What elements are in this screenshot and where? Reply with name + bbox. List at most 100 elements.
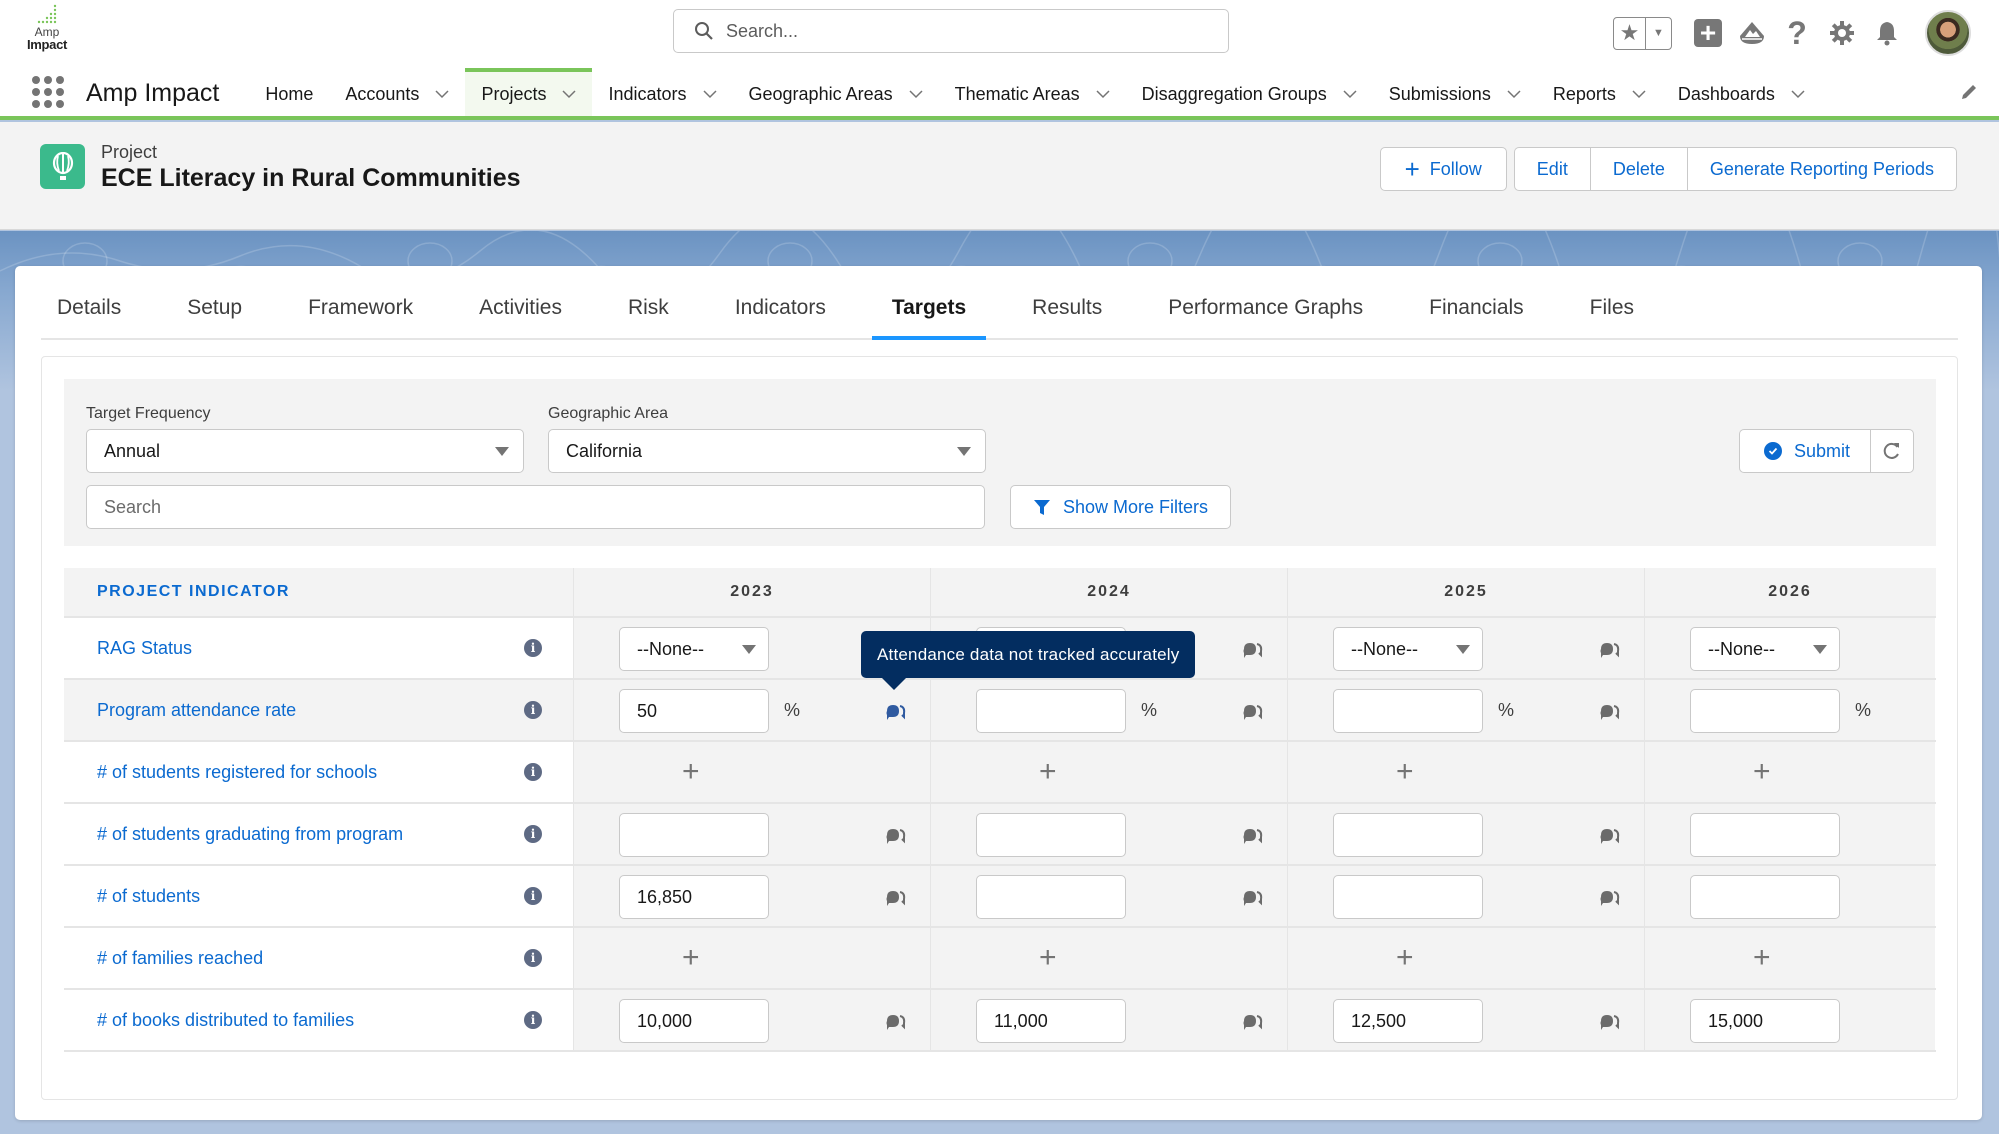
comment-icon[interactable] xyxy=(1241,641,1263,659)
global-create-icon[interactable]: + xyxy=(1694,19,1722,47)
nav-item-disaggregation-groups[interactable]: Disaggregation Groups xyxy=(1126,68,1373,116)
add-target-icon[interactable]: + xyxy=(1396,941,1414,975)
target-frequency-select[interactable]: Annual xyxy=(86,429,524,473)
target-value-input[interactable]: 50 xyxy=(619,689,769,733)
info-icon[interactable]: i xyxy=(524,763,542,781)
target-value-input[interactable]: 11,000 xyxy=(976,999,1126,1043)
target-value-input[interactable]: 12,500 xyxy=(1333,999,1483,1043)
add-target-icon[interactable]: + xyxy=(1396,755,1414,789)
nav-item-home[interactable]: Home xyxy=(249,68,329,116)
target-value-input[interactable] xyxy=(976,689,1126,733)
comment-icon[interactable] xyxy=(1241,827,1263,845)
help-icon[interactable]: ? xyxy=(1782,15,1812,51)
chevron-down-icon[interactable] xyxy=(909,89,923,99)
target-value-input[interactable] xyxy=(619,813,769,857)
chevron-down-icon[interactable] xyxy=(702,89,717,99)
target-value-input[interactable] xyxy=(976,875,1126,919)
info-icon[interactable]: i xyxy=(524,1011,542,1029)
tab-performance-graphs[interactable]: Performance Graphs xyxy=(1148,296,1383,340)
rag-status-select[interactable]: --None-- xyxy=(619,627,769,671)
tab-files[interactable]: Files xyxy=(1570,296,1654,340)
chevron-down-icon[interactable] xyxy=(435,89,449,99)
info-icon[interactable]: i xyxy=(524,887,542,905)
tab-setup[interactable]: Setup xyxy=(167,296,262,340)
target-value-input[interactable]: 10,000 xyxy=(619,999,769,1043)
delete-button[interactable]: Delete xyxy=(1589,147,1687,191)
add-target-icon[interactable]: + xyxy=(1039,755,1057,789)
indicator-search-input[interactable]: Search xyxy=(86,485,985,529)
add-target-icon[interactable]: + xyxy=(1753,941,1771,975)
tab-targets[interactable]: Targets xyxy=(871,296,987,340)
info-icon[interactable]: i xyxy=(524,825,542,843)
app-launcher-icon[interactable] xyxy=(30,74,66,110)
comment-icon[interactable] xyxy=(884,889,906,907)
target-value-input[interactable] xyxy=(1690,689,1840,733)
rag-status-select[interactable]: --None-- xyxy=(1333,627,1483,671)
nav-item-reports[interactable]: Reports xyxy=(1537,68,1662,116)
info-icon[interactable]: i xyxy=(524,639,542,657)
chevron-down-icon[interactable] xyxy=(1632,89,1646,99)
add-target-icon[interactable]: + xyxy=(1039,941,1057,975)
comment-icon[interactable] xyxy=(884,703,906,721)
notifications-bell-icon[interactable] xyxy=(1872,18,1902,48)
nav-item-indicators[interactable]: Indicators xyxy=(592,68,732,116)
generate-reporting-periods-button[interactable]: Generate Reporting Periods xyxy=(1686,147,1957,191)
comment-icon[interactable] xyxy=(1598,1013,1620,1031)
submit-button[interactable]: Submit xyxy=(1738,429,1870,473)
nav-item-projects[interactable]: Projects xyxy=(465,68,593,116)
show-more-filters-button[interactable]: Show More Filters xyxy=(1010,485,1232,529)
nav-item-geographic-areas[interactable]: Geographic Areas xyxy=(733,68,939,116)
tab-activities[interactable]: Activities xyxy=(459,296,582,340)
chevron-down-icon[interactable] xyxy=(1791,89,1805,99)
nav-item-submissions[interactable]: Submissions xyxy=(1373,68,1537,116)
comment-icon[interactable] xyxy=(1598,889,1620,907)
indicator-link[interactable]: RAG Status xyxy=(97,638,192,659)
tab-indicators[interactable]: Indicators xyxy=(715,296,846,340)
chevron-down-icon[interactable] xyxy=(1096,89,1110,99)
info-icon[interactable]: i xyxy=(524,949,542,967)
target-value-input[interactable]: 15,000 xyxy=(1690,999,1840,1043)
nav-item-accounts[interactable]: Accounts xyxy=(329,68,465,116)
target-value-input[interactable] xyxy=(1333,875,1483,919)
favorites-star-icon[interactable]: ★ xyxy=(1614,17,1646,49)
follow-button[interactable]: + Follow xyxy=(1379,147,1507,191)
indicator-link[interactable]: # of students registered for schools xyxy=(97,762,377,783)
nav-item-thematic-areas[interactable]: Thematic Areas xyxy=(939,68,1126,116)
info-icon[interactable]: i xyxy=(524,701,542,719)
indicator-link[interactable]: Program attendance rate xyxy=(97,700,296,721)
edit-button[interactable]: Edit xyxy=(1513,147,1590,191)
target-value-input[interactable] xyxy=(1690,875,1840,919)
target-value-input[interactable] xyxy=(1333,813,1483,857)
comment-icon[interactable] xyxy=(1598,703,1620,721)
comment-icon[interactable] xyxy=(884,1013,906,1031)
edit-nav-items-icon[interactable] xyxy=(1959,68,1979,116)
target-value-input[interactable] xyxy=(1333,689,1483,733)
target-value-input[interactable]: 16,850 xyxy=(619,875,769,919)
user-avatar[interactable] xyxy=(1925,10,1971,56)
tab-details[interactable]: Details xyxy=(41,296,141,340)
chevron-down-icon[interactable] xyxy=(562,89,576,99)
add-target-icon[interactable]: + xyxy=(1753,755,1771,789)
amp-impact-logo[interactable]: Amp Impact xyxy=(22,4,72,58)
tab-framework[interactable]: Framework xyxy=(288,296,433,340)
trailhead-icon[interactable] xyxy=(1737,18,1767,48)
global-search-input[interactable]: Search... xyxy=(673,9,1229,53)
tab-financials[interactable]: Financials xyxy=(1409,296,1544,340)
refresh-button[interactable] xyxy=(1870,429,1914,473)
add-target-icon[interactable]: + xyxy=(682,941,700,975)
target-value-input[interactable] xyxy=(976,813,1126,857)
geographic-area-select[interactable]: California xyxy=(548,429,986,473)
nav-item-dashboards[interactable]: Dashboards xyxy=(1662,68,1821,116)
tab-results[interactable]: Results xyxy=(1012,296,1122,340)
tab-risk[interactable]: Risk xyxy=(608,296,689,340)
indicator-link[interactable]: # of students xyxy=(97,886,200,907)
comment-icon[interactable] xyxy=(1598,827,1620,845)
comment-icon[interactable] xyxy=(884,827,906,845)
indicator-link[interactable]: # of families reached xyxy=(97,948,263,969)
comment-icon[interactable] xyxy=(1598,641,1620,659)
favorites-dropdown-icon[interactable]: ▼ xyxy=(1646,18,1671,49)
add-target-icon[interactable]: + xyxy=(682,755,700,789)
target-value-input[interactable] xyxy=(1690,813,1840,857)
setup-gear-icon[interactable] xyxy=(1827,18,1857,48)
comment-icon[interactable] xyxy=(1241,889,1263,907)
